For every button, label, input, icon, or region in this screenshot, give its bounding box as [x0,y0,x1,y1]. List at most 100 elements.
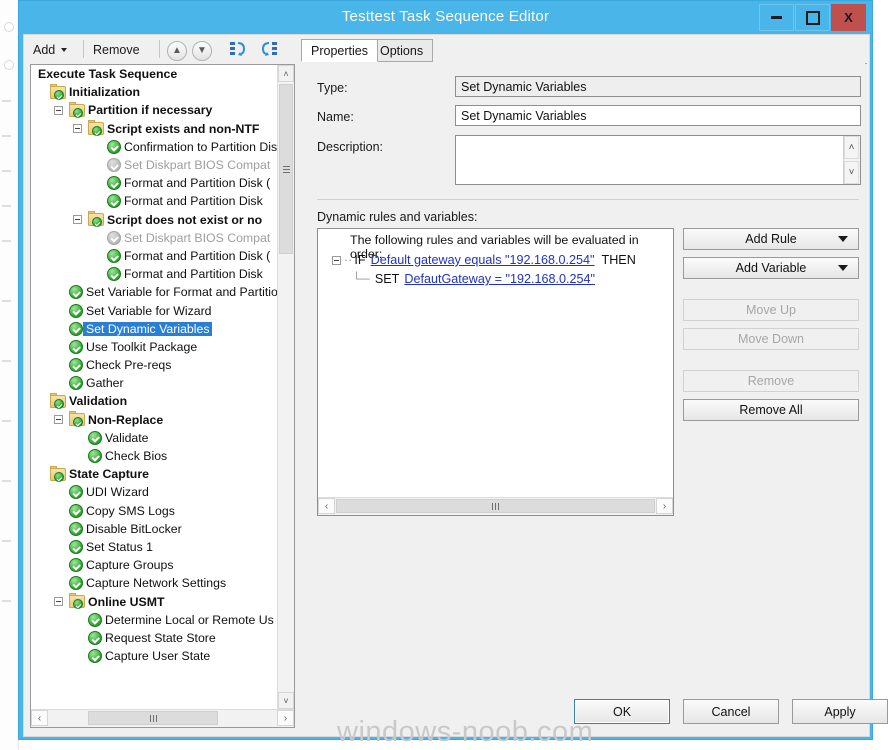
tree-hscroll-thumb[interactable] [88,711,218,725]
tree-item[interactable]: Copy SMS Logs [31,502,277,520]
rule-expander-icon[interactable] [332,255,341,265]
chevron-up-circle-icon: ▲ [172,45,182,56]
tree-item[interactable]: Check Pre-reqs [31,356,277,374]
apply-button[interactable]: Apply [792,699,888,724]
move-down-button[interactable]: ▼ [192,41,212,61]
folder-group-icon [50,465,66,482]
then-keyword: THEN [601,253,636,267]
close-button[interactable]: X [831,4,866,31]
description-value [456,136,860,142]
tree-item[interactable]: Determine Local or Remote Us [31,611,277,629]
tree-item[interactable]: Set Dynamic Variables [31,320,277,338]
move-up-button[interactable]: ▲ [167,41,187,61]
tree-expander-icon[interactable] [73,215,82,225]
tree-item[interactable]: Online USMT [31,592,277,610]
tree-vscroll-thumb[interactable] [279,84,293,254]
tree-item-label: Capture Network Settings [86,576,227,591]
tree-scroll-down-arrow[interactable]: ˅ [278,692,294,709]
tree-item[interactable]: Confirmation to Partition Dis [31,138,277,156]
description-scroll-down-arrow[interactable]: ˅ [844,161,859,184]
tree-item[interactable]: Capture User State [31,647,277,665]
tree-item[interactable]: Set Diskpart BIOS Compat [31,156,277,174]
tree-item[interactable]: Use Toolkit Package [31,338,277,356]
add-rule-button[interactable]: Add Rule [683,228,859,250]
tree-item[interactable]: Script does not exist or no [31,211,277,229]
if-condition-link[interactable]: Default gateway equals "192.168.0.254" [371,253,595,267]
description-textarea[interactable]: ˄ ˅ [455,135,861,185]
tree-item[interactable]: Script exists and non-NTF [31,120,277,138]
tree-item[interactable]: Partition if necessary [31,101,277,119]
tree-item[interactable]: Validate [31,429,277,447]
rules-scroll-left-arrow[interactable]: ‹ [318,498,335,514]
tree-item[interactable]: Format and Partition Disk [31,192,277,210]
tree-item[interactable]: Execute Task Sequence [31,65,277,83]
tree-item[interactable]: Format and Partition Disk ( [31,247,277,265]
remove-button-label: Remove [93,42,140,57]
tree-item[interactable]: Set Variable for Format and Partitio [31,283,277,301]
tree-item[interactable]: Format and Partition Disk [31,265,277,283]
tree-item[interactable]: Set Variable for Wizard [31,301,277,319]
task-sequence-tree[interactable]: Execute Task Sequence Initialization Parti… [31,65,277,709]
tree-expander-icon[interactable] [54,105,63,115]
tree-horizontal-scrollbar[interactable]: ‹ › [31,709,294,727]
tree-item[interactable]: Validation [31,392,277,410]
step-disabled-icon [107,230,121,245]
tree-item-label: Disable BitLocker [86,521,182,536]
tree-scroll-right-arrow[interactable]: › [277,710,294,726]
rule-row-if[interactable]: ·· IF Default gateway equals "192.168.0.… [332,253,636,267]
minimize-button[interactable] [759,4,794,31]
tree-item[interactable]: State Capture [31,465,277,483]
tree-item[interactable]: UDI Wizard [31,483,277,501]
window-client-area: Add Remove ▲ ▼ Properties Options Execut… [23,34,888,737]
tree-item[interactable]: Set Status 1 [31,538,277,556]
chevron-down-circle-icon: ▼ [197,45,207,56]
tree-expander-icon[interactable] [54,597,63,607]
step-enabled-check-icon [107,267,121,282]
tree-item[interactable]: Set Diskpart BIOS Compat [31,229,277,247]
tree-item[interactable]: Initialization [31,83,277,101]
copy-steps-icon[interactable] [229,40,251,59]
tree-expander-icon[interactable] [73,124,82,134]
paste-steps-icon[interactable] [257,40,279,59]
tree-item[interactable]: Check Bios [31,447,277,465]
chevron-down-icon [61,47,68,52]
tree-item-label: Capture Groups [86,558,174,573]
step-enabled-check-icon [88,612,102,627]
tree-item[interactable]: Non-Replace [31,411,277,429]
tree-item[interactable]: Format and Partition Disk ( [31,174,277,192]
tree-expander-icon[interactable] [54,415,63,425]
tree-item[interactable]: Capture Groups [31,556,277,574]
tree-scroll-up-arrow[interactable]: ˄ [278,65,294,82]
rules-horizontal-scrollbar[interactable]: ‹ › [318,497,673,515]
grip-icon [492,502,499,510]
description-scroll-up-arrow[interactable]: ˄ [844,136,859,159]
window-titlebar[interactable]: Testtest Task Sequence Editor X [19,1,872,34]
tree-item[interactable]: Capture Network Settings [31,574,277,592]
step-enabled-check-icon [69,485,83,500]
folder-group-icon [88,211,104,228]
remove-all-rules-button[interactable]: Remove All [683,399,859,421]
rule-row-set[interactable]: └─ SET DefautGateway = "192.168.0.254" [352,272,595,286]
cancel-button[interactable]: Cancel [683,699,779,724]
tree-item[interactable]: Gather [31,374,277,392]
tree-vertical-scrollbar[interactable]: ˄ ˅ [277,65,294,709]
add-button[interactable]: Add [28,39,72,60]
name-input[interactable]: Set Dynamic Variables [455,105,861,126]
tree-item-label: Non-Replace [88,412,164,427]
rules-listbox[interactable]: The following rules and variables will b… [317,228,674,516]
tree-item[interactable]: Request State Store [31,629,277,647]
tree-scroll-left-arrow[interactable]: ‹ [31,710,48,726]
rules-hscroll-thumb[interactable] [336,499,655,513]
tab-properties[interactable]: Properties [301,39,378,62]
task-sequence-editor-window: Testtest Task Sequence Editor X Add Remo… [18,0,888,740]
tree-item[interactable]: Disable BitLocker [31,520,277,538]
rules-scroll-right-arrow[interactable]: › [656,498,673,514]
add-variable-button[interactable]: Add Variable [683,257,859,279]
step-enabled-check-icon [69,503,83,518]
tab-options[interactable]: Options [370,39,434,62]
remove-button[interactable]: Remove [88,39,145,60]
tree-item-label: Initialization [69,85,141,100]
step-enabled-check-icon [88,649,102,664]
maximize-button[interactable] [795,4,830,31]
set-expression-link[interactable]: DefautGateway = "192.168.0.254" [404,272,595,286]
